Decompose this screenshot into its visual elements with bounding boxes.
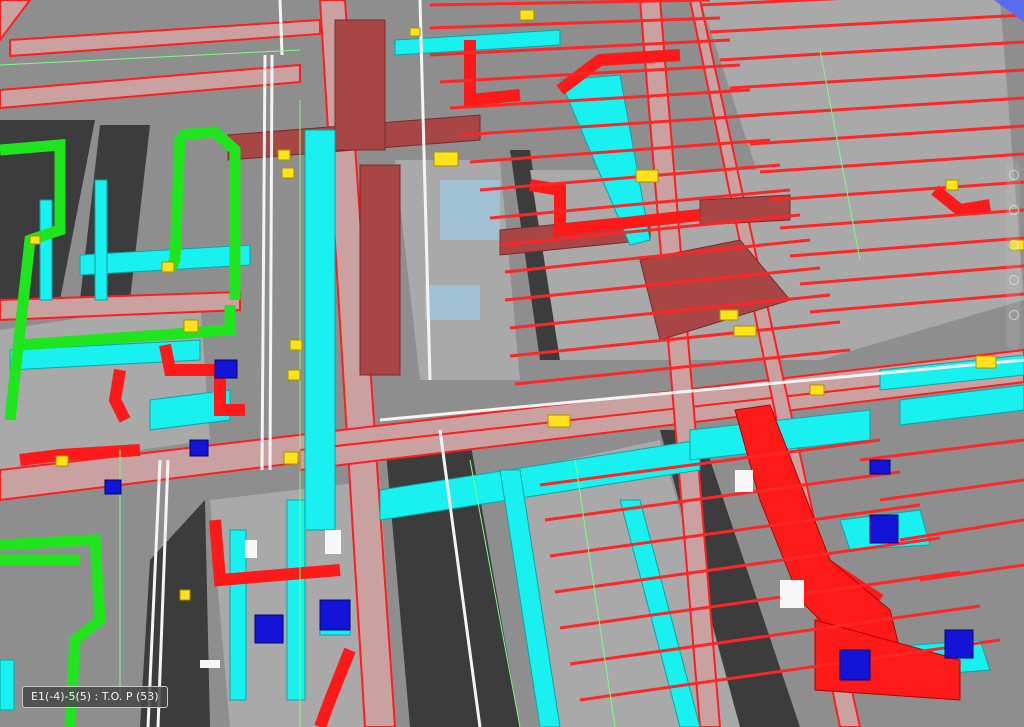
view-navigation-icon[interactable] [1009, 310, 1019, 320]
view-navigation-icon[interactable] [1009, 170, 1019, 180]
view-navigation-icon[interactable] [1009, 275, 1019, 285]
sky-corner [994, 0, 1024, 22]
view-navigation-icon[interactable] [1009, 240, 1019, 250]
level-label[interactable]: E1(-4)-5(5) : T.O. P (53) [22, 686, 168, 708]
3d-model-viewport[interactable]: E1(-4)-5(5) : T.O. P (53) [0, 0, 1024, 727]
view-navigation-icon[interactable] [1009, 205, 1019, 215]
bim-3d-scene[interactable] [0, 0, 1024, 727]
view-navigation-bar[interactable] [1006, 160, 1020, 350]
